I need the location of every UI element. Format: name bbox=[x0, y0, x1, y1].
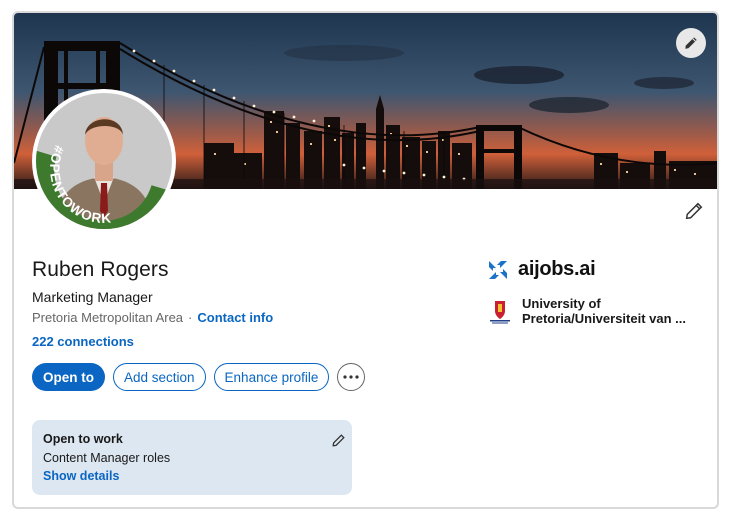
company-name: aijobs.ai bbox=[518, 258, 596, 280]
add-section-button[interactable]: Add section bbox=[113, 363, 206, 391]
edit-open-to-work-button[interactable] bbox=[330, 432, 346, 448]
edit-cover-button[interactable] bbox=[676, 28, 706, 58]
pencil-icon bbox=[685, 37, 697, 49]
ellipsis-icon bbox=[343, 375, 359, 379]
profile-photo[interactable]: #OPENTOWORK bbox=[32, 89, 176, 233]
location-row: Pretoria Metropolitan Area · Contact inf… bbox=[32, 310, 273, 325]
education-school[interactable]: University of Pretoria/Universiteit van … bbox=[487, 296, 686, 326]
current-company[interactable]: aijobs.ai bbox=[487, 258, 596, 281]
profile-name: Ruben Rogers bbox=[32, 258, 169, 281]
pencil-icon bbox=[685, 202, 703, 220]
open-to-work-card: Open to work Content Manager roles Show … bbox=[32, 420, 352, 495]
profile-actions: Open to Add section Enhance profile bbox=[32, 363, 366, 391]
profile-location: Pretoria Metropolitan Area bbox=[32, 310, 184, 325]
university-crest-icon bbox=[487, 297, 513, 325]
aijobs-logo-icon bbox=[489, 260, 507, 279]
enhance-profile-button[interactable]: Enhance profile bbox=[213, 363, 330, 391]
school-name: University of Pretoria/Universiteit van … bbox=[522, 296, 686, 326]
separator-dot: · bbox=[188, 310, 193, 325]
pencil-icon bbox=[331, 433, 345, 447]
open-to-button[interactable]: Open to bbox=[32, 363, 105, 391]
connections-link[interactable]: 222 connections bbox=[32, 334, 134, 349]
open-to-work-roles: Content Manager roles bbox=[43, 451, 171, 465]
school-name-line1: University of bbox=[522, 296, 601, 311]
more-actions-button[interactable] bbox=[337, 363, 366, 391]
show-details-link[interactable]: Show details bbox=[43, 469, 119, 483]
contact-info-link[interactable]: Contact info bbox=[197, 310, 273, 325]
profile-headline: Marketing Manager bbox=[32, 289, 153, 305]
school-name-line2: Pretoria/Universiteit van ... bbox=[522, 311, 687, 326]
edit-intro-button[interactable] bbox=[682, 199, 706, 223]
open-to-work-title: Open to work bbox=[43, 432, 123, 446]
profile-card: #OPENTOWORK Ruben Rogers Marketing Manag… bbox=[12, 11, 719, 509]
